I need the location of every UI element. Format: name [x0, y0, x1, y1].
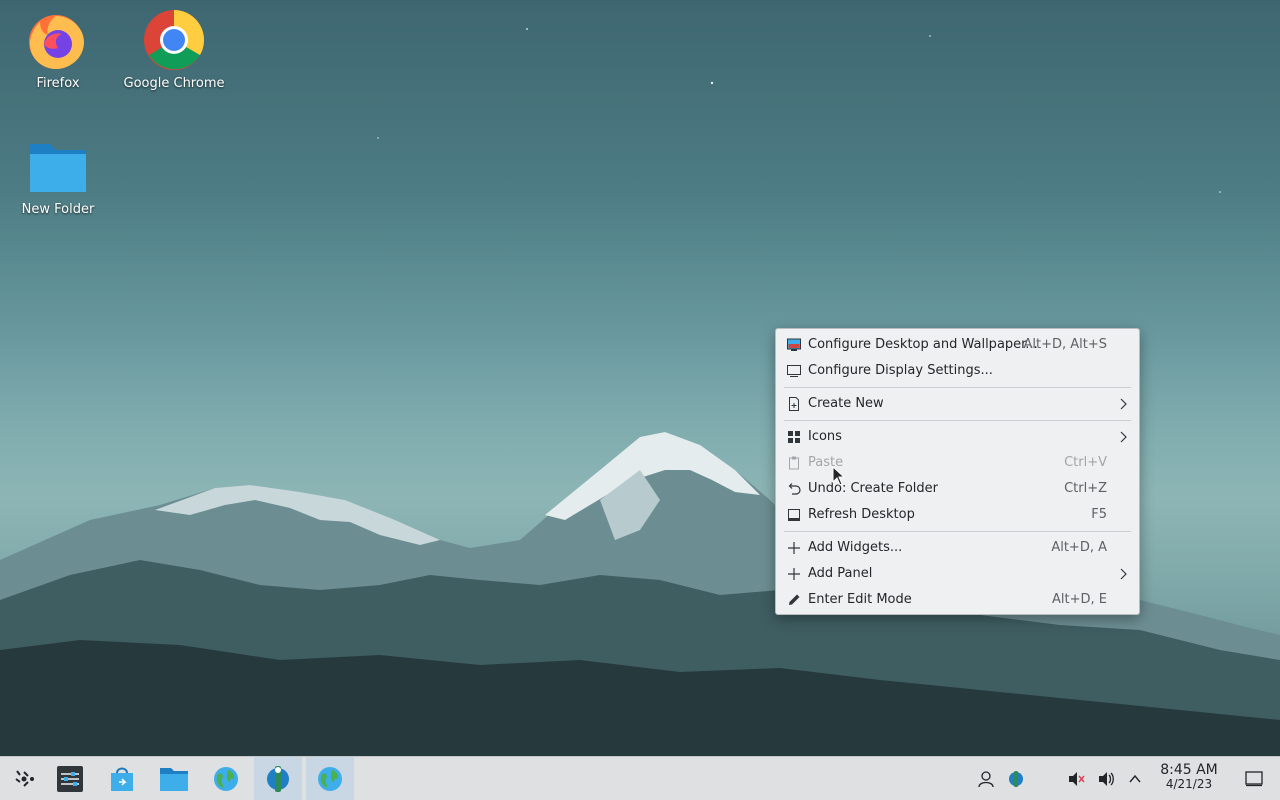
new-document-icon	[789, 397, 799, 411]
firefox-icon	[29, 15, 84, 69]
menu-item-add-panel[interactable]: Add Panel	[776, 561, 1139, 587]
settings-icon	[57, 765, 83, 792]
desktop-context-menu: Configure Desktop and Wallpaper... Alt+D…	[775, 328, 1140, 615]
chevron-right-icon	[1120, 398, 1127, 410]
shortcut-label: Alt+D, Alt+S	[1023, 337, 1107, 352]
desktop-icon-label: Google Chrome	[123, 76, 225, 91]
plus-icon	[788, 568, 800, 580]
menu-separator	[784, 387, 1131, 388]
shortcut-label: F5	[1091, 507, 1107, 522]
tray-network-app[interactable]	[1006, 769, 1026, 789]
taskbar-browser-1[interactable]	[202, 757, 250, 800]
application-launcher-button[interactable]	[0, 757, 48, 800]
show-desktop-button[interactable]	[1244, 769, 1264, 789]
application-launcher-icon	[15, 769, 34, 787]
chrome-icon	[144, 9, 205, 70]
digital-clock[interactable]: 8:45 AM 4/21/23	[1152, 763, 1226, 791]
menu-item-configure-display[interactable]: Configure Display Settings...	[776, 358, 1139, 384]
taskbar-discover[interactable]	[98, 757, 146, 800]
discover-store-icon	[111, 767, 133, 791]
shortcut-label: Ctrl+V	[1064, 455, 1107, 470]
menu-item-enter-edit-mode[interactable]: Enter Edit Mode Alt+D, E	[776, 587, 1139, 613]
taskbar-network-app[interactable]	[254, 757, 302, 800]
menu-item-create-new[interactable]: Create New	[776, 391, 1139, 417]
tray-user-switcher[interactable]	[976, 769, 996, 789]
shortcut-label: Alt+D, A	[1051, 540, 1107, 555]
chevron-right-icon	[1120, 431, 1127, 443]
mouse-cursor-icon	[832, 466, 846, 486]
desktop-icon-label: Firefox	[36, 76, 80, 91]
menu-item-paste[interactable]: Paste Ctrl+V	[776, 450, 1139, 476]
clock-date: 4/21/23	[1165, 777, 1213, 791]
menu-item-refresh-desktop[interactable]: Refresh Desktop F5	[776, 502, 1139, 528]
muted-mic-icon	[1069, 772, 1085, 786]
plus-icon	[788, 542, 800, 554]
desktop-icon-google-chrome[interactable]: Google Chrome	[119, 8, 229, 91]
tray-expand-button[interactable]	[1125, 769, 1145, 789]
chevron-right-icon	[1120, 568, 1127, 580]
browser-globe-icon	[318, 766, 342, 791]
network-app-icon	[267, 765, 289, 792]
undo-icon	[788, 483, 801, 495]
taskbar-browser-2[interactable]	[306, 757, 354, 800]
desktop-icon-label: New Folder	[21, 202, 95, 217]
shortcut-label: Alt+D, E	[1052, 592, 1107, 607]
volume-icon	[1099, 772, 1114, 786]
file-manager-icon	[160, 767, 188, 791]
menu-separator	[784, 420, 1131, 421]
menu-item-undo[interactable]: Undo: Create Folder Ctrl+Z	[776, 476, 1139, 502]
icons-grid-icon	[788, 431, 800, 443]
network-app-icon	[1009, 771, 1023, 787]
menu-separator	[784, 531, 1131, 532]
menu-item-icons[interactable]: Icons	[776, 424, 1139, 450]
desktop-icon-new-folder[interactable]: New Folder	[3, 134, 113, 217]
clock-time: 8:45 AM	[1160, 762, 1218, 778]
browser-globe-icon	[214, 766, 238, 791]
refresh-icon	[788, 509, 800, 521]
pencil-icon	[789, 594, 800, 605]
menu-item-configure-desktop[interactable]: Configure Desktop and Wallpaper... Alt+D…	[776, 332, 1139, 358]
show-desktop-icon	[1245, 771, 1263, 787]
folder-icon	[30, 144, 86, 192]
tray-expand-icon	[1129, 774, 1141, 783]
taskbar-panel: 8:45 AM 4/21/23	[0, 756, 1280, 800]
display-icon	[787, 365, 801, 377]
shortcut-label: Ctrl+Z	[1064, 481, 1107, 496]
user-icon	[978, 771, 994, 788]
paste-icon	[789, 456, 799, 470]
tray-microphone-muted[interactable]	[1066, 769, 1086, 789]
desktop-icon-firefox[interactable]: Firefox	[3, 8, 113, 91]
tray-volume[interactable]	[1096, 769, 1116, 789]
taskbar-system-settings[interactable]	[46, 757, 94, 800]
wallpaper-icon	[787, 338, 801, 351]
menu-item-add-widgets[interactable]: Add Widgets... Alt+D, A	[776, 535, 1139, 561]
taskbar-file-manager[interactable]	[150, 757, 198, 800]
